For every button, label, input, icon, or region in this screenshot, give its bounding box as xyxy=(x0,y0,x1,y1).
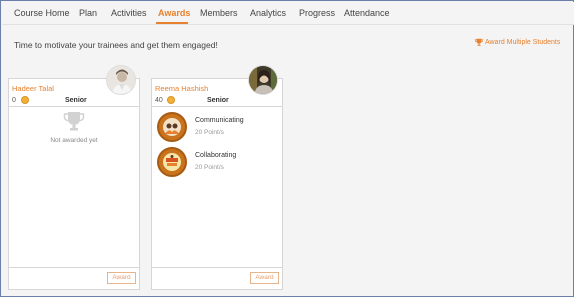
coin-icon xyxy=(167,96,175,104)
award-multiple-label: Award Multiple Students xyxy=(485,39,561,46)
course-nav: Course Home Plan Activities Awards Membe… xyxy=(2,2,574,25)
tab-analytics[interactable]: Analytics xyxy=(250,8,286,18)
user-photo-icon xyxy=(107,66,135,94)
rank-label: Senior xyxy=(207,97,229,104)
tab-course-home[interactable]: Course Home xyxy=(14,8,70,18)
rank-label: Senior xyxy=(65,97,87,104)
points-value: 40 xyxy=(155,97,163,104)
tab-activities[interactable]: Activities xyxy=(111,8,147,18)
intro-text: Time to motivate your trainees and get t… xyxy=(14,40,218,50)
badge-title: Collaborating xyxy=(195,152,237,159)
card-footer: Award xyxy=(9,267,139,289)
student-meta: 0 Senior xyxy=(9,95,139,107)
user-photo-icon xyxy=(249,66,277,94)
active-tab-indicator xyxy=(156,22,188,24)
trophy-placeholder-icon xyxy=(63,112,85,131)
tab-plan[interactable]: Plan xyxy=(79,8,97,18)
not-awarded-text: Not awarded yet xyxy=(50,137,98,144)
tab-attendance[interactable]: Attendance xyxy=(344,8,390,18)
card-footer: Award xyxy=(152,267,282,289)
student-name[interactable]: Reema Hashish xyxy=(155,84,208,93)
award-multiple-students-link[interactable]: Award Multiple Students xyxy=(475,38,560,46)
points-value: 0 xyxy=(12,97,16,104)
badge-title: Communicating xyxy=(195,117,244,124)
avatar xyxy=(106,65,136,95)
communicating-badge-icon xyxy=(157,112,187,142)
student-name[interactable]: Hadeer Talal xyxy=(12,84,54,93)
student-card: Hadeer Talal 0 Senior Not awarded yet Aw… xyxy=(8,65,140,290)
app-frame: Course Home Plan Activities Awards Membe… xyxy=(0,0,574,297)
award-button[interactable]: Award xyxy=(250,272,279,284)
trophy-icon xyxy=(475,38,483,46)
coin-icon xyxy=(21,96,29,104)
badge-points: 20 Point/s xyxy=(195,129,224,136)
badge-item: Collaborating 20 Point/s xyxy=(157,147,279,179)
collaborating-badge-icon xyxy=(157,147,187,177)
tab-progress[interactable]: Progress xyxy=(299,8,335,18)
empty-awards: Not awarded yet xyxy=(9,111,139,144)
student-meta: 40 Senior xyxy=(152,95,282,107)
tab-awards[interactable]: Awards xyxy=(158,8,190,18)
badge-item: Communicating 20 Point/s xyxy=(157,112,279,144)
badge-points: 20 Point/s xyxy=(195,164,224,171)
award-button[interactable]: Award xyxy=(107,272,136,284)
student-card: Reema Hashish 40 Senior Communicating 20… xyxy=(151,65,283,290)
tab-members[interactable]: Members xyxy=(200,8,238,18)
avatar xyxy=(248,65,278,95)
